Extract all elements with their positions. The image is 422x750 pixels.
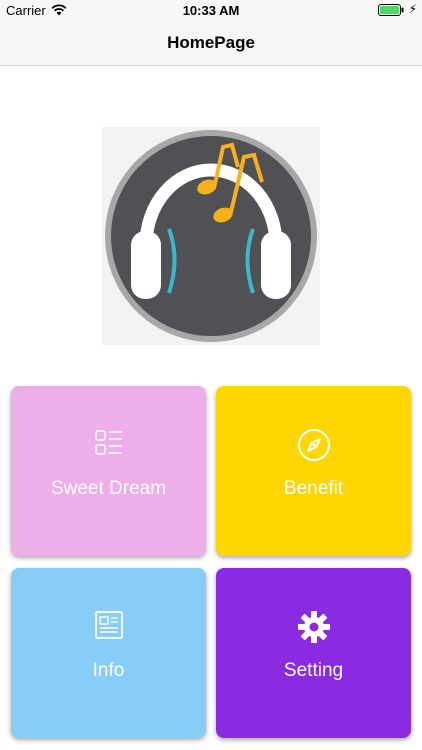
list-icon	[11, 428, 206, 464]
charging-icon: ⚡	[408, 2, 417, 16]
battery-icon	[378, 4, 404, 16]
gear-icon	[216, 610, 411, 646]
sweet-dream-label: Sweet Dream	[50, 478, 167, 499]
page-title: HomePage	[167, 33, 255, 52]
info-tile[interactable]: Info	[11, 568, 206, 738]
compass-icon	[216, 428, 411, 464]
benefit-tile[interactable]: Benefit	[216, 386, 411, 556]
setting-label: Setting	[283, 660, 344, 681]
status-bar: Carrier 10:33 AM ⚡	[0, 0, 422, 22]
article-icon	[11, 610, 206, 646]
sweet-dream-tile[interactable]: Sweet Dream	[11, 386, 206, 556]
benefit-label: Benefit	[283, 478, 344, 499]
headphones-music-icon	[105, 130, 317, 342]
status-time: 10:33 AM	[182, 3, 240, 18]
info-label: Info	[92, 660, 125, 681]
app-logo	[102, 127, 320, 345]
navigation-bar: HomePage	[0, 22, 422, 66]
setting-tile[interactable]: Setting	[216, 568, 411, 738]
